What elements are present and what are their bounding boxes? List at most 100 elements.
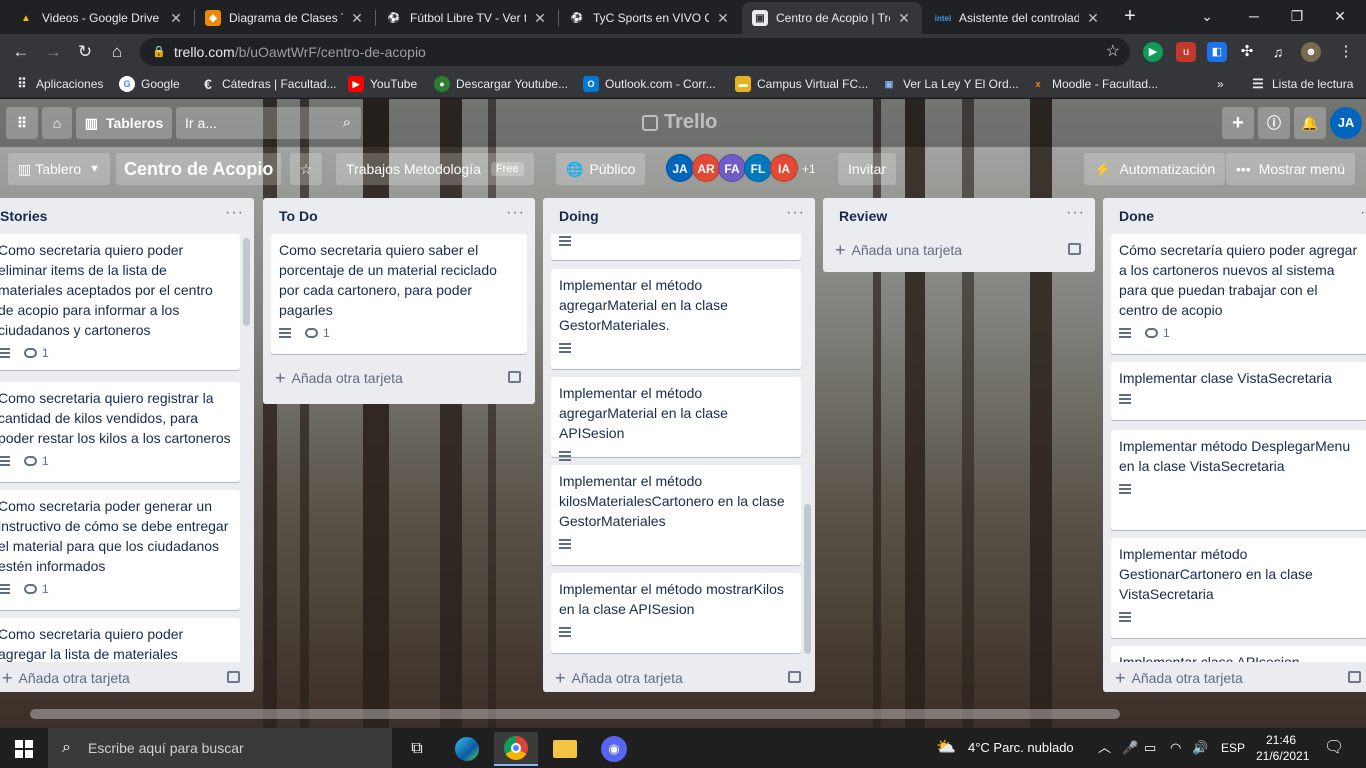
invite-button[interactable]: Invitar <box>838 153 897 185</box>
member-avatar[interactable]: AR <box>692 154 720 182</box>
list-menu-icon[interactable]: ··· <box>506 204 525 222</box>
back-icon[interactable]: ← <box>8 39 34 65</box>
automation-button[interactable]: ⚡ Automatización <box>1084 153 1226 185</box>
browser-tab[interactable]: ⚽ TyC Sports en VIVO ON ✕ <box>559 2 741 34</box>
minimize-icon[interactable]: ─ <box>1240 4 1268 28</box>
card[interactable]: Implementar método DesplegarMenu en la c… <box>1111 430 1366 530</box>
ublock-extension-icon[interactable]: u <box>1176 42 1196 62</box>
list-menu-icon[interactable]: ··· <box>225 204 244 222</box>
restore-icon[interactable]: ❐ <box>1283 4 1311 28</box>
chrome-menu-icon[interactable]: ⋮ <box>1336 42 1356 62</box>
profile-avatar[interactable]: ☻ <box>1301 42 1321 62</box>
extension-icon[interactable]: ◧ <box>1207 42 1227 62</box>
card-template-icon[interactable] <box>227 671 240 683</box>
weather-text[interactable]: 4°C Parc. nublado <box>968 728 1074 768</box>
board-horizontal-scrollbar[interactable] <box>30 709 1120 719</box>
show-menu-button[interactable]: ••• Mostrar menú <box>1226 153 1356 185</box>
notifications-bell-icon[interactable]: 🔔 <box>1294 107 1326 139</box>
home-icon[interactable]: ⌂ <box>104 39 130 65</box>
extensions-puzzle-icon[interactable]: ✣ <box>1237 42 1257 62</box>
card[interactable]: Como secretaria quiero poder agregar la … <box>0 618 240 662</box>
member-avatar[interactable]: IA <box>770 154 798 182</box>
weather-icon[interactable]: ⛅ <box>936 728 956 768</box>
list-scrollbar[interactable] <box>243 238 250 326</box>
card[interactable]: Implementar clase APIsesion <box>1111 646 1366 662</box>
bookmark-outlook[interactable]: O Outlook.com - Corr... <box>583 75 716 93</box>
discord-icon[interactable]: ◉ <box>592 732 636 766</box>
bookmarks-overflow-button[interactable]: » <box>1217 75 1224 93</box>
chrome-icon[interactable] <box>494 732 538 766</box>
card-template-icon[interactable] <box>508 371 521 383</box>
edge-icon[interactable] <box>445 732 489 766</box>
clock[interactable]: 21:46 21/6/2021 <box>1256 728 1309 768</box>
info-icon[interactable]: ⓘ <box>1258 107 1290 139</box>
task-view-icon[interactable]: ⧉ <box>395 732 439 766</box>
add-card-button[interactable]: + Añada otra tarjeta <box>551 664 807 692</box>
trello-logo[interactable]: Trello <box>642 111 717 134</box>
reading-list-button[interactable]: ☰ Lista de lectura <box>1250 75 1353 93</box>
card-template-icon[interactable] <box>788 671 801 683</box>
visibility-button[interactable]: 🌐 Público <box>556 153 646 185</box>
browser-tab[interactable]: intel Asistente del controlador ✕ <box>925 2 1111 34</box>
media-control-icon[interactable]: ♫ <box>1268 42 1288 62</box>
card[interactable]: Implementar el método agregarMaterial en… <box>551 269 801 369</box>
add-card-button[interactable]: + Añada otra tarjeta <box>271 364 527 392</box>
list-menu-icon[interactable]: ··· <box>786 204 805 222</box>
home-board-icon[interactable]: ⌂ <box>42 107 72 139</box>
list-title[interactable]: To Do <box>279 208 318 224</box>
list-title[interactable]: Stories <box>0 208 47 224</box>
add-card-button[interactable]: + Añada otra tarjeta <box>0 664 246 692</box>
notifications-icon[interactable]: 🗨 <box>1324 728 1344 768</box>
list-scrollbar[interactable] <box>804 504 811 654</box>
reload-icon[interactable]: ↻ <box>72 39 98 65</box>
add-card-button[interactable]: + Añada una tarjeta <box>831 236 1087 264</box>
bookmark-aplicaciones[interactable]: ⠿ Aplicaciones <box>14 75 103 93</box>
jump-to-search[interactable]: Ir a... ⌕ <box>176 107 361 139</box>
list-title[interactable]: Review <box>839 208 887 224</box>
user-avatar[interactable]: JA <box>1330 107 1362 139</box>
tab-search-icon[interactable]: ⌄ <box>1193 4 1221 28</box>
microphone-icon[interactable]: 🎤 <box>1122 728 1138 768</box>
create-plus-icon[interactable]: + <box>1222 107 1254 139</box>
close-tab-icon[interactable]: ✕ <box>715 10 731 27</box>
list-title[interactable]: Done <box>1119 208 1154 224</box>
card[interactable]: Como secretaria quiero poder eliminar it… <box>0 234 240 370</box>
card[interactable]: Como secretaria poder generar un instruc… <box>0 490 240 610</box>
browser-tab[interactable]: ▲ Videos - Google Drive ✕ <box>8 2 194 34</box>
close-window-icon[interactable]: ✕ <box>1326 4 1354 28</box>
list-title[interactable]: Doing <box>559 208 599 224</box>
language-indicator[interactable]: ESP <box>1221 728 1245 768</box>
close-tab-icon[interactable]: ✕ <box>532 10 548 27</box>
board-view-switcher[interactable]: ▥ Tablero ▼ <box>8 153 111 185</box>
boards-button[interactable]: ▥ Tableros <box>76 107 172 139</box>
browser-tab-active[interactable]: ▣ Centro de Acopio | Trello ✕ <box>742 2 922 34</box>
new-tab-button[interactable]: + <box>1119 5 1141 29</box>
file-explorer-icon[interactable] <box>543 732 587 766</box>
bookmark-google[interactable]: G Google <box>119 75 180 93</box>
workspace-button[interactable]: Trabajos Metodología Free <box>336 153 534 185</box>
bookmark-campus-virtual[interactable]: ▬ Campus Virtual FC... <box>735 75 868 93</box>
member-avatar[interactable]: FL <box>744 154 772 182</box>
bookmark-star-icon[interactable]: ☆ <box>1106 38 1120 66</box>
card-template-icon[interactable] <box>1068 243 1081 255</box>
browser-tab[interactable]: ⚽ Fútbol Libre TV - Ver tu ✕ <box>376 2 558 34</box>
play-extension-icon[interactable]: ▶ <box>1143 42 1163 62</box>
card[interactable]: Implementar el método agregarMaterial en… <box>551 377 801 461</box>
taskbar-search[interactable]: ⌕ Escribe aquí para buscar <box>48 728 392 768</box>
card-template-icon[interactable] <box>1348 671 1361 683</box>
forward-icon[interactable]: → <box>40 39 66 65</box>
card[interactable]: Implementar clase VistaSecretaria <box>1111 362 1366 420</box>
member-avatar[interactable]: JA <box>666 154 694 182</box>
close-tab-icon[interactable]: ✕ <box>896 10 912 27</box>
close-tab-icon[interactable]: ✕ <box>349 10 365 27</box>
tray-chevron-up-icon[interactable]: ︿ <box>1098 728 1111 768</box>
list-menu-icon[interactable]: ··· <box>1066 204 1085 222</box>
windows-start-icon[interactable] <box>2 732 46 766</box>
bookmark-catedras[interactable]: € Cátedras | Facultad... <box>200 75 336 93</box>
add-card-button[interactable]: + Añada otra tarjeta <box>1111 664 1366 692</box>
close-tab-icon[interactable]: ✕ <box>168 10 184 27</box>
bookmark-youtube[interactable]: ▶ YouTube <box>348 75 417 93</box>
address-bar[interactable]: 🔒 trello.com/b/uOawtWrF/centro-de-acopio… <box>140 38 1130 66</box>
more-members-count[interactable]: +1 <box>798 153 820 185</box>
apps-switcher-icon[interactable]: ⠿ <box>6 107 38 139</box>
